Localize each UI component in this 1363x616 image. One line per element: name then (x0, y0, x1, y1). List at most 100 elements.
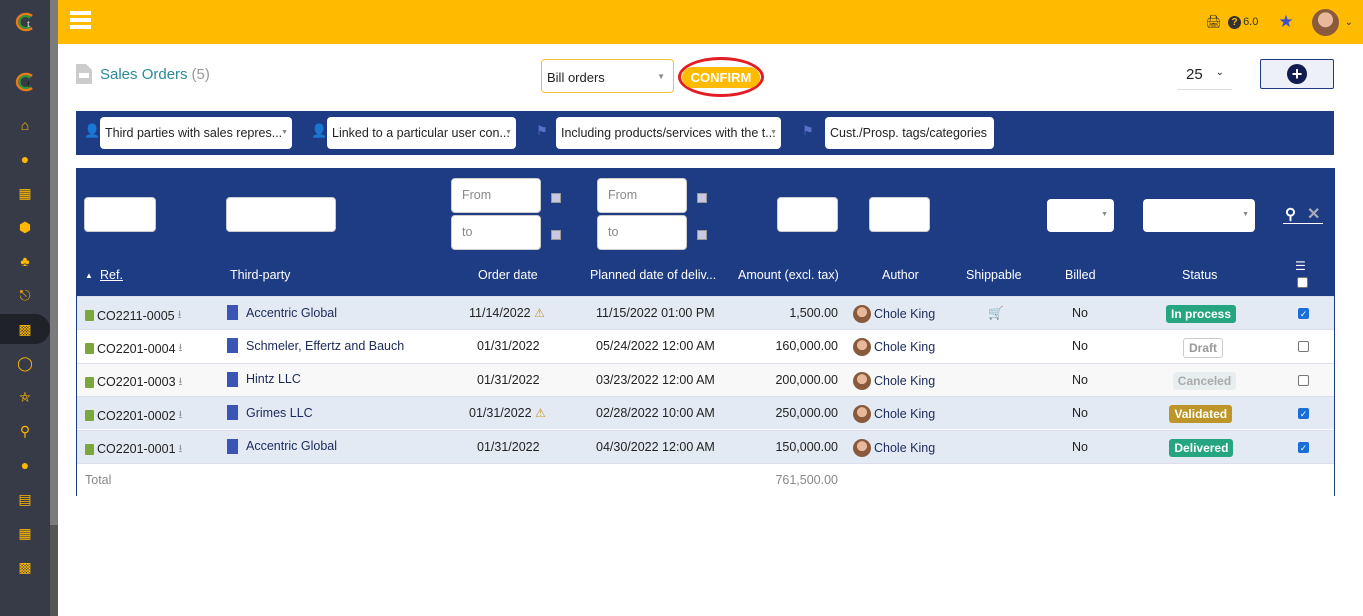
table-row[interactable]: CO2201-0001 ⭳ Accentric Global 01/31/2022… (77, 429, 1334, 463)
coins-icon[interactable]: ◯ (0, 348, 50, 378)
calendar-icon[interactable] (551, 230, 561, 240)
scrollbar[interactable] (50, 0, 58, 616)
third-party-cell: Accentric Global (227, 305, 337, 320)
column-billed[interactable]: Billed (1065, 268, 1096, 282)
table-row[interactable]: CO2201-0002 ⭳ Grimes LLC 01/31/2022 ⚠ 02/… (77, 396, 1334, 430)
column-order-date[interactable]: Order date (478, 268, 538, 282)
billed: No (1072, 339, 1088, 354)
row-checkbox[interactable]: ✓ (1298, 308, 1309, 319)
order-date-from-input[interactable]: From (451, 178, 541, 213)
row-checkbox[interactable] (1298, 341, 1309, 353)
product-icon[interactable]: ⬢ (0, 212, 50, 242)
table-row[interactable]: CO2201-0003 ⭳ Hintz LLC 01/31/2022 03/23/… (77, 362, 1334, 396)
mass-action-select[interactable]: Bill orders ▼ (541, 59, 674, 93)
billed: No (1072, 406, 1088, 421)
table-row[interactable]: CO2211-0005 ⭳ Accentric Global 11/14/2022… (77, 296, 1334, 329)
printer-icon[interactable]: 🖨 (1206, 14, 1223, 30)
search-amount-input[interactable] (777, 197, 838, 232)
page-size-select[interactable]: 25 ⌄ (1178, 60, 1232, 90)
third-party-link[interactable]: Accentric Global (246, 306, 337, 320)
total-label: Total (85, 473, 112, 487)
third-party-cell: Accentric Global (227, 438, 337, 454)
status-filter-select[interactable]: ▼ (1143, 199, 1255, 232)
user-icon[interactable]: ● (0, 144, 50, 174)
author-link[interactable]: Chole King (874, 407, 935, 421)
home-icon[interactable]: ⌂ (0, 110, 50, 140)
column-third-party[interactable]: Third-party (230, 268, 290, 282)
search-thirdparty-input[interactable] (226, 197, 336, 232)
briefcase-icon[interactable]: ▩ (0, 314, 50, 344)
column-selector-icon[interactable]: ☰ (1295, 259, 1306, 273)
filter-product-tags[interactable]: Including products/services with the t..… (556, 117, 781, 149)
row-checkbox[interactable]: ✓ (1298, 441, 1309, 453)
author-link[interactable]: Chole King (874, 441, 935, 455)
column-planned-delivery[interactable]: Planned date of deliv... (590, 268, 716, 282)
order-ref-link[interactable]: CO2201-0004 (97, 342, 176, 356)
author-cell: Chole King (853, 438, 935, 457)
folder-icon[interactable]: ▤ (0, 484, 50, 514)
column-ref[interactable]: Ref. (100, 268, 123, 282)
column-author[interactable]: Author (882, 268, 919, 282)
cubes-icon[interactable]: ♣ (0, 246, 50, 276)
order-date: 01/31/2022 (477, 372, 540, 387)
filter-sales-rep[interactable]: Third parties with sales repres... ▼ (100, 117, 292, 149)
order-ref-link[interactable]: CO2201-0002 (97, 409, 176, 423)
search-dollar-icon[interactable]: ⚲ (0, 416, 50, 446)
calendar-icon[interactable]: ▦ (0, 518, 50, 548)
chevron-down-icon[interactable]: ⌄ (1345, 17, 1353, 28)
confirm-button[interactable]: CONFIRM (678, 57, 764, 97)
order-date-to-input[interactable]: to (451, 215, 541, 250)
author-link[interactable]: Chole King (874, 340, 935, 354)
new-order-button[interactable]: + (1260, 59, 1334, 89)
user-avatar[interactable] (1311, 8, 1339, 36)
third-party-link[interactable]: Accentric Global (246, 439, 337, 453)
select-all-checkbox[interactable] (1297, 277, 1308, 288)
svg-text:t: t (27, 78, 30, 90)
order-ref-link[interactable]: CO2201-0003 (97, 375, 176, 389)
user-icon: 👤 (311, 123, 328, 138)
author-link[interactable]: Chole King (874, 307, 935, 321)
row-checkbox[interactable]: ✓ (1298, 408, 1309, 420)
plus-icon: + (1287, 64, 1307, 84)
building-icon[interactable]: ▦ (0, 178, 50, 208)
clear-filter-icon[interactable]: ✕ (1307, 204, 1320, 224)
logo-small[interactable]: t (12, 72, 38, 92)
logo[interactable]: t (12, 12, 38, 32)
search-ref-input[interactable] (84, 197, 156, 232)
calendar-icon[interactable] (551, 193, 561, 203)
order-ref-link[interactable]: CO2201-0001 (97, 442, 176, 456)
download-icon[interactable]: ⭳ (178, 306, 182, 325)
delivery-date-from-input[interactable]: From (597, 178, 687, 213)
download-icon[interactable]: ⭳ (179, 406, 183, 425)
delivery-date-to-input[interactable]: to (597, 215, 687, 250)
third-party-link[interactable]: Hintz LLC (246, 372, 301, 386)
column-shippable[interactable]: Shippable (966, 268, 1022, 282)
employee-icon[interactable]: ● (0, 450, 50, 480)
third-party-link[interactable]: Schmeler, Effertz and Bauch (246, 339, 404, 353)
filter-customer-tags[interactable]: Cust./Prosp. tags/categories (825, 117, 994, 149)
author-link[interactable]: Chole King (874, 374, 935, 388)
ticket-icon[interactable]: ▩ (0, 552, 50, 582)
table-row[interactable]: CO2201-0004 ⭳ Schmeler, Effertz and Bauch… (77, 329, 1334, 363)
menu-icon[interactable] (70, 11, 91, 29)
column-amount[interactable]: Amount (excl. tax) (738, 268, 839, 282)
download-icon[interactable]: ⭳ (179, 339, 183, 358)
sort-asc-icon[interactable]: ▲ (85, 271, 93, 280)
column-status[interactable]: Status (1182, 268, 1217, 282)
project-icon[interactable]: ⎋ (0, 280, 50, 310)
help-icon[interactable]: ? (1228, 15, 1242, 29)
download-icon[interactable]: ⭳ (179, 440, 183, 459)
order-ref-link[interactable]: CO2211-0005 (97, 309, 175, 323)
document-icon (85, 443, 94, 455)
third-party-link[interactable]: Grimes LLC (246, 406, 313, 420)
billed-filter-select[interactable]: ▼ (1047, 199, 1114, 232)
calendar-icon[interactable] (697, 230, 707, 240)
search-author-input[interactable] (869, 197, 930, 232)
search-icon[interactable]: ⚲ (1285, 205, 1296, 223)
row-checkbox[interactable] (1298, 374, 1309, 386)
star-icon[interactable]: ★ (1278, 12, 1293, 32)
calendar-icon[interactable] (697, 193, 707, 203)
bank-icon[interactable]: ⛤ (0, 382, 50, 412)
filter-linked-user[interactable]: Linked to a particular user con... ▼ (327, 117, 516, 149)
download-icon[interactable]: ⭳ (179, 373, 183, 392)
